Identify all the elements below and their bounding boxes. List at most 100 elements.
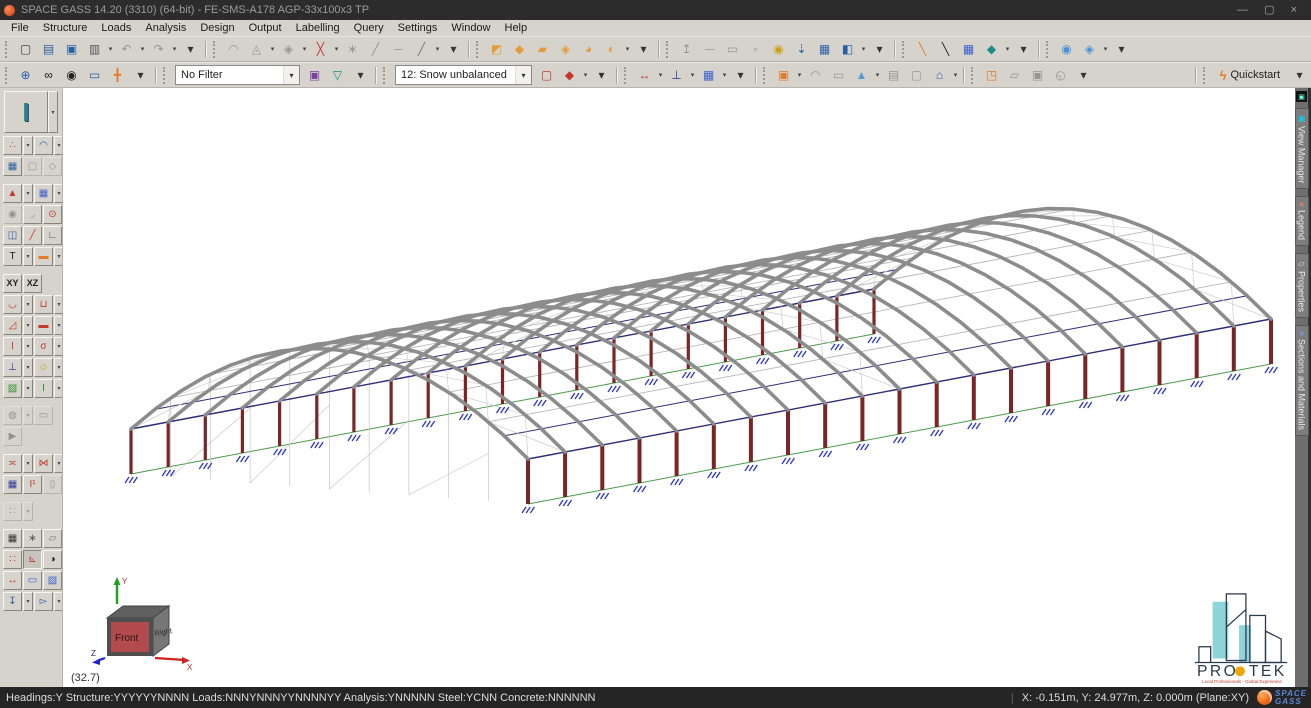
dropdown-arrow-icon[interactable]: ▾ (54, 337, 63, 356)
toolbar-drag-handle[interactable] (5, 67, 11, 84)
toolbar-drag-handle[interactable] (1046, 41, 1052, 58)
overflow-3-button[interactable]: ▾ (632, 38, 655, 60)
contour-button[interactable]: ▧ (3, 379, 22, 398)
moment-y-button[interactable]: ⊔ (34, 295, 53, 314)
menu-query[interactable]: Query (347, 20, 391, 36)
dropdown-arrow-icon[interactable]: ▾ (1101, 39, 1110, 59)
export-button[interactable]: ↧ (3, 592, 22, 611)
toolbar-drag-handle[interactable] (163, 67, 169, 84)
dropdown-arrow-icon[interactable]: ▾ (873, 65, 882, 85)
overflow-11-button[interactable]: ▾ (1072, 64, 1095, 86)
toolbar-drag-handle[interactable] (213, 41, 219, 58)
overflow-6-button[interactable]: ▾ (1110, 38, 1133, 60)
combine-button[interactable]: ▦ (3, 475, 22, 494)
wand-button[interactable]: ╲ (911, 38, 934, 60)
save-file-button[interactable]: ▣ (60, 38, 83, 60)
overflow-1-button[interactable]: ▾ (179, 38, 202, 60)
basket-button[interactable]: ◉ (767, 38, 790, 60)
toolbar-drag-handle[interactable] (624, 67, 630, 84)
new-file-button[interactable]: ▢ (14, 38, 37, 60)
view-xz-button[interactable]: XZ (23, 274, 42, 293)
notes-button[interactable]: ◳ (980, 64, 1003, 86)
menu-help[interactable]: Help (498, 20, 535, 36)
dropdown-arrow-icon[interactable]: ▾ (23, 295, 33, 314)
dropdown-arrow-icon[interactable]: ▾ (1003, 39, 1012, 59)
menu-settings[interactable]: Settings (391, 20, 445, 36)
dropdown-arrow-icon[interactable]: ▾ (54, 247, 63, 266)
dropdown-arrow-icon[interactable]: ▾ (23, 358, 33, 377)
moving-loads-button[interactable]: ◧ (836, 38, 859, 60)
section-library-button[interactable]: I (4, 91, 48, 133)
dropdown-arrow-icon[interactable]: ▾ (795, 65, 804, 85)
member-curve-button[interactable]: ◞ (23, 205, 42, 224)
dropdown-arrow-icon[interactable]: ▾ (23, 247, 33, 266)
add-node-button[interactable]: ▲ (3, 184, 22, 203)
dropdown-arrow-icon[interactable]: ▾ (54, 136, 63, 155)
copy-loads-button[interactable]: ▣ (772, 64, 795, 86)
inertia-button[interactable]: I¹ (23, 475, 42, 494)
toolbar-drag-handle[interactable] (666, 41, 672, 58)
draw-members-button[interactable]: ◫ (3, 226, 22, 245)
print-button[interactable]: ▥ (83, 38, 106, 60)
menu-structure[interactable]: Structure (36, 20, 95, 36)
camera-button[interactable]: ◉ (60, 64, 83, 86)
menu-analysis[interactable]: Analysis (138, 20, 193, 36)
maximize-button[interactable]: ▢ (1264, 0, 1274, 20)
draw-angle-button[interactable]: ∟ (43, 226, 62, 245)
menu-design[interactable]: Design (193, 20, 241, 36)
toolbar-drag-handle[interactable] (1203, 67, 1209, 84)
dot-grid-button[interactable]: ∷ (3, 550, 22, 569)
overflow-2-button[interactable]: ▾ (442, 38, 465, 60)
axes-marker-button[interactable]: ∗ (23, 529, 42, 548)
menu-window[interactable]: Window (444, 20, 497, 36)
datasheets-button[interactable]: ▦ (813, 38, 836, 60)
dropdown-arrow-icon[interactable]: ▾ (54, 379, 63, 398)
dropdown-arrow-icon[interactable]: ▾ (54, 592, 63, 611)
menu-labelling[interactable]: Labelling (289, 20, 347, 36)
toolbar-drag-handle[interactable] (476, 41, 482, 58)
load-combos-button[interactable]: ◆ (558, 64, 581, 86)
grid-lines-button[interactable]: ▦ (3, 529, 22, 548)
menu-output[interactable]: Output (242, 20, 289, 36)
measure-line-button[interactable]: ╳ (309, 38, 332, 60)
loadcase-combobox[interactable]: 12: Snow unbalanced▾ (395, 65, 532, 85)
toolbar-drag-handle[interactable] (5, 41, 11, 58)
home-view-button[interactable]: ⌂ (928, 64, 951, 86)
dropdown-arrow-icon[interactable]: ▾ (433, 39, 442, 59)
dropdown-arrow-icon[interactable]: ▾ (656, 65, 665, 85)
pick-button[interactable]: ╲ (934, 38, 957, 60)
dropdown-arrow-icon[interactable]: ▾ (48, 91, 58, 133)
filter-funnel-button[interactable]: ▽ (326, 64, 349, 86)
dropdown-arrow-icon[interactable]: ▾ (54, 358, 63, 377)
select-brush-button[interactable]: ◕ (577, 38, 600, 60)
axial-diagram-button[interactable]: ▬ (34, 316, 53, 335)
dropdown-arrow-icon[interactable]: ▾ (623, 39, 632, 59)
dimensions-button[interactable]: ↔ (3, 571, 22, 590)
select-filter-button[interactable]: ◐ (600, 38, 623, 60)
tab-legend[interactable]: ≡Legend (1295, 196, 1309, 246)
toolbar-drag-handle[interactable] (971, 67, 977, 84)
wing-connections-button[interactable]: ⋈ (34, 454, 53, 473)
menu-loads[interactable]: Loads (94, 20, 138, 36)
toolbar-drag-handle[interactable] (763, 67, 769, 84)
load-case-panel-button[interactable]: ▢ (535, 64, 558, 86)
tab-view-manager[interactable]: ▣View Manager (1295, 108, 1309, 189)
dropdown-arrow-icon[interactable]: ▾ (54, 295, 63, 314)
structure-model-viewport[interactable] (63, 88, 1295, 687)
supports-view-button[interactable]: ⊥ (3, 358, 22, 377)
find-button[interactable]: ∞ (37, 64, 60, 86)
clipboard-button[interactable]: ▭ (83, 64, 106, 86)
overflow-4-button[interactable]: ▾ (868, 38, 891, 60)
table-view-button[interactable]: ▦ (957, 38, 980, 60)
dropdown-arrow-icon[interactable]: ▾ (23, 592, 33, 611)
select-nodes-button[interactable]: ◩ (485, 38, 508, 60)
pointer-button[interactable]: ▻ (34, 592, 53, 611)
overflow-10-button[interactable]: ▾ (729, 64, 752, 86)
overflow-7-button[interactable]: ▾ (129, 64, 152, 86)
toolbar-drag-handle[interactable] (383, 67, 389, 84)
dropdown-arrow-icon[interactable]: ▾ (23, 136, 33, 155)
zoom-button[interactable]: ⊕ (14, 64, 37, 86)
dropdown-arrow-icon[interactable]: ▾ (688, 65, 697, 85)
draw-arc-button[interactable]: ◠ (34, 136, 53, 155)
tab-sections-and-materials[interactable]: ≡Sections and Materials (1295, 325, 1309, 436)
